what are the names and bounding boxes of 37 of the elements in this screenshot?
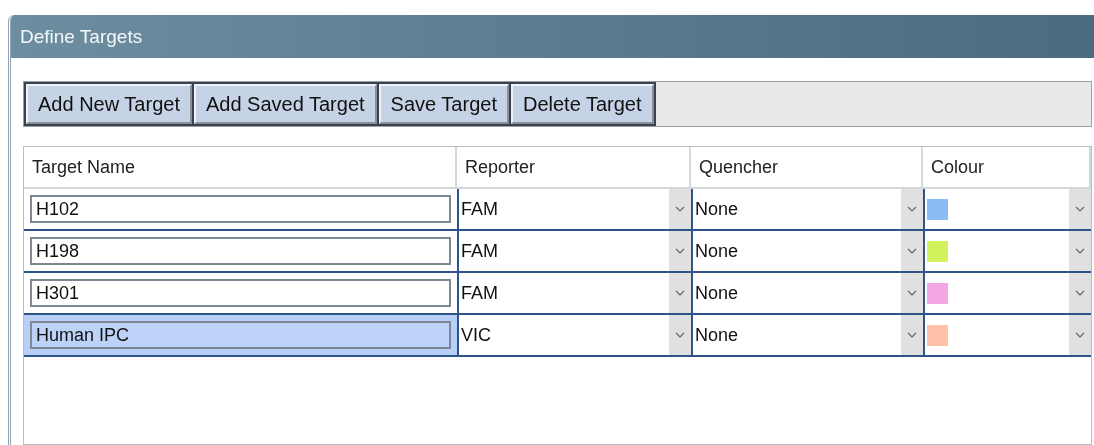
target-name-field[interactable]: H102 [30,195,451,223]
chevron-down-icon [907,332,917,338]
target-name-field[interactable]: H301 [30,279,451,307]
quencher-dropdown[interactable]: None [691,273,923,313]
toolbar-button[interactable]: Add Saved Target [193,84,377,124]
table-row[interactable]: H301 FAM None [24,273,1091,315]
chevron-down-icon [675,290,685,296]
colour-dropdown[interactable] [923,273,1091,313]
quencher-dropdown[interactable]: None [691,315,923,355]
target-name-field[interactable]: Human IPC [30,321,451,349]
chevron-down-icon [675,248,685,254]
toolbar-button[interactable]: Delete Target [510,84,654,124]
reporter-dropdown[interactable]: VIC [457,315,691,355]
target-name-field[interactable]: H198 [30,237,451,265]
chevron-down-icon [907,248,917,254]
toolbar-button[interactable]: Save Target [378,84,509,124]
quencher-dropdown[interactable]: None [691,231,923,271]
table-row[interactable]: H198 FAM None [24,231,1091,273]
colour-dropdown[interactable] [923,189,1091,229]
chevron-down-icon [1075,248,1085,254]
chevron-down-icon [675,206,685,212]
toolbar-button[interactable]: Add New Target [26,84,192,124]
colour-dropdown[interactable] [923,231,1091,271]
chevron-down-icon [907,290,917,296]
chevron-down-icon [907,206,917,212]
table-row[interactable]: H102 FAM None [24,189,1091,231]
quencher-dropdown[interactable]: None [691,189,923,229]
panel-title: Define Targets [11,15,1094,58]
chevron-down-icon [1075,206,1085,212]
chevron-down-icon [1075,332,1085,338]
reporter-dropdown[interactable]: FAM [457,189,691,229]
reporter-dropdown[interactable]: FAM [457,273,691,313]
reporter-dropdown[interactable]: FAM [457,231,691,271]
chevron-down-icon [1075,290,1085,296]
colour-dropdown[interactable] [923,315,1091,355]
chevron-down-icon [675,332,685,338]
table-row[interactable]: Human IPC VIC None [24,315,1091,357]
